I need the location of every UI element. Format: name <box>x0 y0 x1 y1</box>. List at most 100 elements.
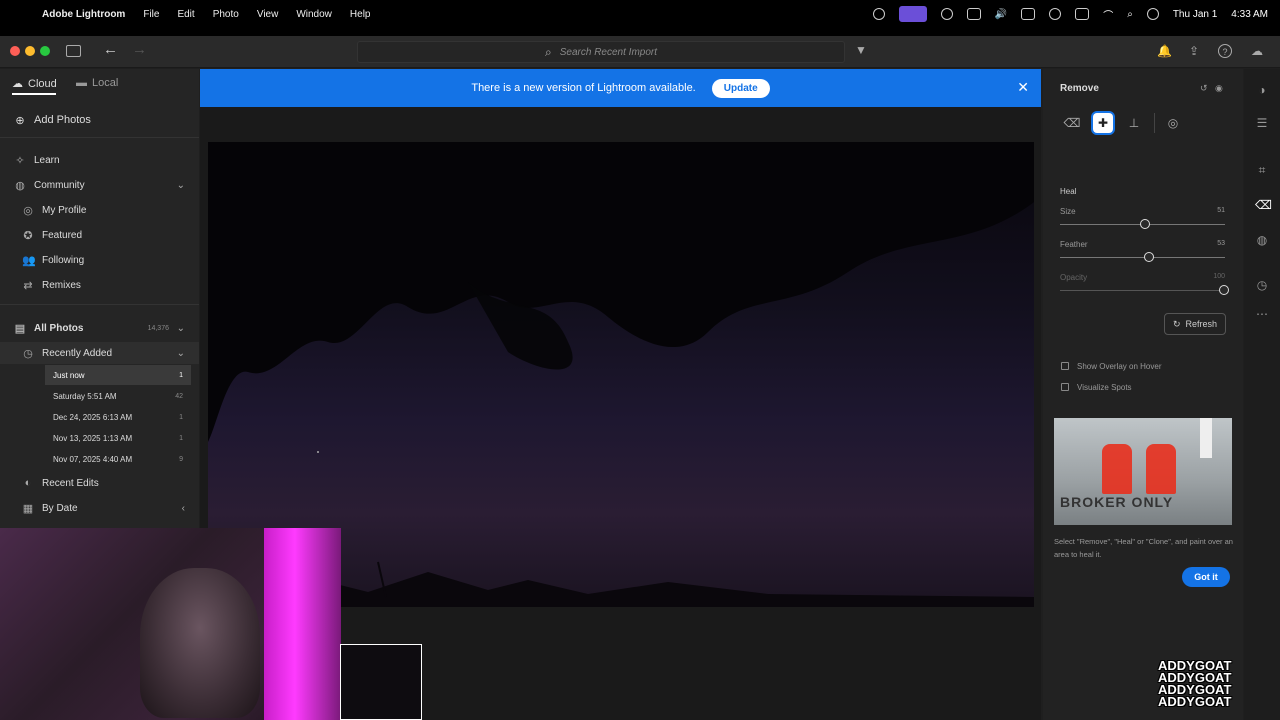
recent-item-count: 1 <box>179 434 183 442</box>
sidebar-item-recent-edits[interactable]: ◐ Recent Edits <box>0 472 199 494</box>
screen-record-icon[interactable] <box>898 6 927 22</box>
search-icon: ⌕ <box>545 44 552 59</box>
menu-help[interactable]: Help <box>350 9 371 20</box>
recent-item-label: Dec 24, 2025 6:13 AM <box>53 412 133 422</box>
sidebar-item-all-photos[interactable]: ▤ All Photos 14,376 ⌄ <box>0 317 199 339</box>
recent-item-label: Nov 13, 2025 1:13 AM <box>53 433 133 443</box>
apple-icon[interactable] <box>14 6 30 22</box>
masking-icon[interactable]: ◍ <box>1255 233 1269 247</box>
visualize-eye-icon[interactable]: ◎ <box>1163 113 1183 133</box>
edit-sliders-icon[interactable]: ☰ <box>1255 116 1269 130</box>
zoom-window-button[interactable] <box>40 46 50 56</box>
sidebar-item-following[interactable]: 👥 Following <box>0 249 199 271</box>
help-icon[interactable]: ? <box>1218 44 1232 58</box>
tip-image-post <box>1200 418 1212 458</box>
clone-stamp-icon[interactable]: ⊥ <box>1124 113 1144 133</box>
eraser-tool-icon[interactable]: ⌫ <box>1062 113 1082 133</box>
menu-window[interactable]: Window <box>296 9 332 20</box>
menu-photo[interactable]: Photo <box>213 9 239 20</box>
refresh-icon: ↻ <box>1172 318 1181 329</box>
got-it-button[interactable]: Got it <box>1182 567 1230 587</box>
chevron-down-icon[interactable]: ⌄ <box>177 348 185 359</box>
refresh-button[interactable]: ↻ Refresh <box>1164 313 1226 335</box>
forward-arrow-icon[interactable]: → <box>132 41 147 58</box>
webcam-light-strip <box>264 528 341 720</box>
status-app-icon[interactable] <box>872 8 885 20</box>
opacity-slider-track[interactable] <box>1060 290 1225 291</box>
list-item[interactable]: Dec 24, 2025 6:13 AM 1 <box>45 407 191 427</box>
reset-icon[interactable]: ↺ <box>1200 83 1208 94</box>
list-item[interactable]: Just now 1 <box>45 365 191 385</box>
healing-eraser-icon[interactable]: ⌫ <box>1255 198 1272 212</box>
tab-local[interactable]: ▬ Local <box>76 77 118 89</box>
menu-file[interactable]: File <box>143 9 159 20</box>
list-item[interactable]: Nov 13, 2025 1:13 AM 1 <box>45 428 191 448</box>
more-icon[interactable]: ⋯ <box>1255 307 1269 321</box>
sidebar-item-learn[interactable]: ✧ Learn <box>0 149 199 171</box>
heal-tool-icon[interactable]: ✚ <box>1093 113 1113 133</box>
channel-watermark: ADDYGOAT ADDYGOAT ADDYGOAT ADDYGOAT <box>1158 659 1258 718</box>
close-window-button[interactable] <box>10 46 20 56</box>
sidebar-item-my-profile[interactable]: ◎ My Profile <box>0 199 199 221</box>
profile-icon: ◎ <box>23 204 33 217</box>
sidebar-item-community[interactable]: ◍ Community ⌄ <box>0 174 199 196</box>
status-app2-icon[interactable] <box>940 8 953 20</box>
list-item[interactable]: Saturday 5:51 AM 42 <box>45 386 191 406</box>
by-date-label: By Date <box>42 502 78 514</box>
close-icon[interactable]: ✕ <box>1017 79 1029 96</box>
recent-item-count: 1 <box>179 371 183 379</box>
tool-divider <box>1154 113 1155 133</box>
sidebar-item-featured[interactable]: ✪ Featured <box>0 224 199 246</box>
clock-date[interactable]: Thu Jan 1 <box>1173 9 1217 20</box>
sidebar-toggle-icon[interactable] <box>66 45 81 57</box>
clock-time[interactable]: 4:33 AM <box>1231 9 1268 20</box>
tip-text: Select "Remove", "Heal" or "Clone", and … <box>1054 537 1233 559</box>
recent-item-label: Nov 07, 2025 4:40 AM <box>53 454 133 464</box>
back-arrow-icon[interactable]: ← <box>103 41 118 58</box>
spotlight-icon[interactable]: ⌕ <box>1127 9 1133 20</box>
status-area: 🔊 ⌒ ⌕ Thu Jan 1 4:33 AM <box>872 0 1268 28</box>
crop-icon[interactable]: ⌗ <box>1255 163 1269 177</box>
recent-item-count: 42 <box>175 392 183 400</box>
share-icon[interactable]: ⇪ <box>1187 44 1201 58</box>
add-photos-label: Add Photos <box>34 114 91 126</box>
opacity-slider-knob[interactable] <box>1219 285 1229 295</box>
add-photos-button[interactable]: ⊕ Add Photos <box>0 109 199 131</box>
filter-icon[interactable]: ▼ <box>855 43 867 57</box>
tab-cloud[interactable]: ☁ Cloud <box>12 77 57 91</box>
control-center-icon[interactable] <box>1146 8 1159 20</box>
cloud-sync-icon[interactable]: ☁ <box>1250 44 1264 58</box>
size-slider-knob[interactable] <box>1140 219 1150 229</box>
recent-edits-label: Recent Edits <box>42 477 99 489</box>
bell-icon[interactable]: 🔔 <box>1157 44 1172 58</box>
sidebar-item-by-date[interactable]: ▦ By Date ‹ <box>0 497 199 519</box>
sidebar-item-remixes[interactable]: ⇄ Remixes <box>0 274 199 296</box>
refresh-label: Refresh <box>1185 319 1218 329</box>
volume-icon[interactable]: 🔊 <box>995 9 1007 20</box>
display-icon[interactable] <box>1021 8 1036 20</box>
minimize-window-button[interactable] <box>25 46 35 56</box>
search-input[interactable]: ⌕ Search Recent Import <box>357 41 845 63</box>
chevron-down-icon[interactable]: ⌄ <box>177 323 185 334</box>
menu-edit[interactable]: Edit <box>177 9 194 20</box>
auto-icon[interactable]: ◑ <box>1255 83 1269 97</box>
play-icon[interactable] <box>1049 8 1062 20</box>
app-menu[interactable]: Adobe Lightroom <box>42 9 125 20</box>
chevron-down-icon[interactable]: ⌄ <box>177 180 185 191</box>
list-item[interactable]: Nov 07, 2025 4:40 AM 9 <box>45 449 191 469</box>
award-icon: ✪ <box>23 229 33 242</box>
update-button[interactable]: Update <box>711 78 770 98</box>
menu-view[interactable]: View <box>257 9 279 20</box>
status-app3-icon[interactable] <box>966 8 981 20</box>
sidebar-item-recently-added[interactable]: ◷ Recently Added ⌄ <box>0 342 199 364</box>
feather-slider-track[interactable] <box>1060 257 1225 258</box>
visualize-spots-checkbox[interactable] <box>1061 383 1069 391</box>
history-icon[interactable]: ◷ <box>1255 278 1269 292</box>
battery-icon[interactable] <box>1075 8 1090 20</box>
show-overlay-checkbox[interactable] <box>1061 362 1069 370</box>
eye-icon[interactable]: ◉ <box>1215 83 1223 94</box>
wifi-icon[interactable]: ⌒ <box>1103 7 1113 22</box>
chevron-left-icon[interactable]: ‹ <box>182 503 185 514</box>
clock-icon: ◷ <box>23 347 33 360</box>
feather-slider-knob[interactable] <box>1144 252 1154 262</box>
